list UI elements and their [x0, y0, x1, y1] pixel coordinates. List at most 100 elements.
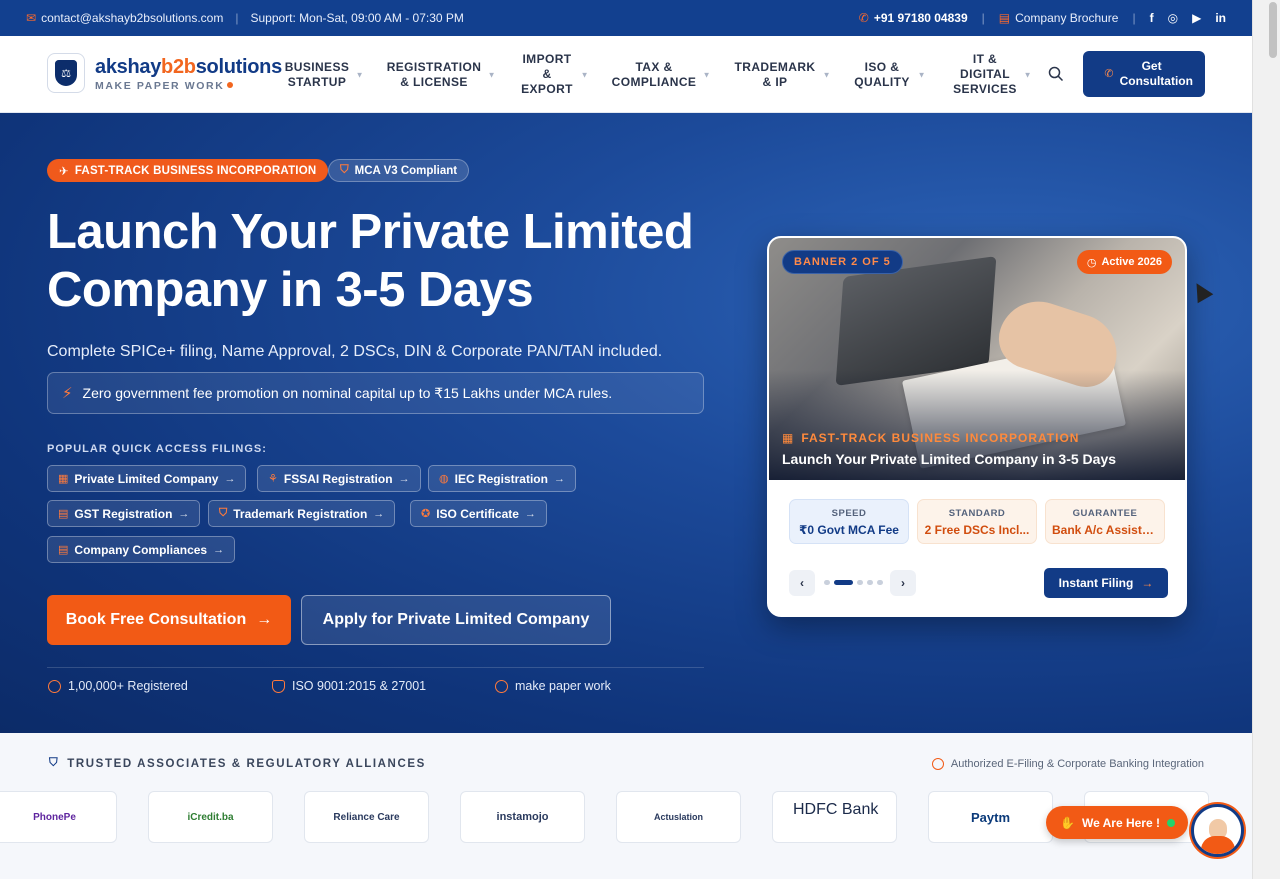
online-indicator — [1166, 818, 1175, 827]
stat-motto: make paper work — [495, 679, 611, 693]
partner-logo: HDFC Bank — [772, 791, 897, 843]
shield-check-icon: ⛉ — [340, 164, 349, 176]
page-scrollbar[interactable] — [1252, 0, 1280, 879]
shield-icon: ⚖ — [55, 60, 77, 86]
mca-pill: ⛉ MCA V3 Compliant — [328, 159, 470, 182]
trusted-title: ⛉ TRUSTED ASSOCIATES & REGULATORY ALLIANC… — [49, 757, 426, 770]
chevron-down-icon: ▼ — [487, 70, 496, 79]
building-icon: ▦ — [58, 473, 69, 485]
nav-trademark-ip[interactable]: TRADEMARK & IP ▼ — [733, 36, 831, 113]
apply-private-limited-button[interactable]: Apply for Private Limited Company — [301, 595, 611, 645]
rocket-icon: ✈ — [59, 165, 69, 178]
banner-title: Launch Your Private Limited Company in 3… — [782, 451, 1117, 467]
clock-icon: ◷ — [1086, 256, 1097, 269]
chevron-down-icon: ▼ — [1023, 70, 1032, 79]
nav-iso-quality[interactable]: ISO & QUALITY ▼ — [852, 36, 925, 113]
partner-logo: Reliance Care — [304, 791, 429, 843]
bolt-icon: ⚡ — [62, 385, 73, 402]
brand-tagline: MAKE PAPER WORK — [95, 80, 282, 92]
slide-dot[interactable] — [867, 580, 873, 585]
chip-trademark[interactable]: ⛉ Trademark Registration → — [208, 500, 396, 527]
award-icon: ✪ — [421, 508, 431, 520]
separator: | — [1132, 11, 1136, 25]
receipt-icon: ▤ — [58, 508, 69, 520]
partner-logo: Paytm — [928, 791, 1053, 843]
brand-name: akshayb2bsolutions — [95, 56, 282, 78]
slide-dot[interactable] — [824, 580, 830, 585]
chip-private-limited[interactable]: ▦ Private Limited Company → — [47, 465, 247, 492]
main-header: ⚖ akshayb2bsolutions MAKE PAPER WORK BUS… — [0, 36, 1252, 113]
chevron-down-icon: ▼ — [355, 70, 364, 79]
instant-filing-button[interactable]: Instant Filing → — [1044, 568, 1168, 598]
brand[interactable]: akshayb2bsolutions MAKE PAPER WORK — [95, 56, 282, 92]
banner-card: BANNER 2 OF 5 ◷ Active 2026 ▦ FAST-TRACK B… — [767, 236, 1187, 617]
brand-logo[interactable]: ⚖ — [47, 53, 85, 93]
chevron-down-icon: ▼ — [822, 70, 831, 79]
phone-icon: ✆ — [858, 11, 869, 25]
shield-icon: ⛉ — [49, 757, 60, 769]
partner-logo: PhonePe — [0, 791, 117, 843]
search-icon[interactable] — [1048, 66, 1064, 82]
slide-dots — [824, 580, 883, 585]
nav-tax-compliance[interactable]: TAX & COMPLIANCE ▼ — [611, 36, 711, 113]
prev-slide-button[interactable]: ‹ — [789, 570, 815, 596]
slide-dot[interactable] — [857, 580, 863, 585]
chip-fssai[interactable]: ⚘ FSSAI Registration → — [257, 465, 421, 492]
clock-icon — [495, 679, 508, 693]
separator: | — [981, 11, 985, 25]
nav-it-digital-services[interactable]: IT & DIGITAL SERVICES ▼ — [952, 36, 1031, 113]
nav-import-export[interactable]: IMPORT & EXPORT ▼ — [519, 36, 588, 113]
email-link[interactable]: ✉ contact@akshayb2bsolutions.com — [26, 11, 223, 25]
chat-label-button[interactable]: ✋ We Are Here ! — [1046, 806, 1188, 839]
shield-icon — [272, 679, 285, 693]
chip-company-compliances[interactable]: ▤ Company Compliances → — [47, 536, 236, 563]
chip-gst[interactable]: ▤ GST Registration → — [47, 500, 201, 527]
nav-business-startup[interactable]: BUSINESS STARTUP ▼ — [284, 36, 364, 113]
scrollbar-thumb[interactable] — [1269, 2, 1277, 58]
mail-icon: ✉ — [26, 11, 37, 25]
arrow-right-icon: → — [398, 472, 410, 485]
nav-registration-license[interactable]: REGISTRATION & LICENSE ▼ — [386, 36, 496, 113]
check-circle-icon — [48, 679, 61, 693]
book-consultation-button[interactable]: Book Free Consultation → — [47, 595, 291, 645]
arrow-right-icon: → — [224, 472, 236, 485]
kpi-value: 2 Free DSCs Incl... — [924, 523, 1030, 537]
promo-banner: ⚡ Zero government fee promotion on nomina… — [47, 372, 704, 414]
banner-category: ▦ FAST-TRACK BUSINESS INCORPORATION — [782, 431, 1080, 445]
phone-link[interactable]: ✆ +91 97180 04839 — [859, 11, 968, 25]
divider — [47, 667, 704, 668]
incorporation-pill: ✈ FAST-TRACK BUSINESS INCORPORATION — [47, 159, 329, 182]
arrow-right-icon: → — [213, 543, 225, 556]
chat-avatar-button[interactable] — [1191, 804, 1244, 857]
wave-icon: ✋ — [1060, 815, 1075, 830]
hero-section: ✈ FAST-TRACK BUSINESS INCORPORATION ⛉ MCA … — [0, 113, 1252, 733]
slide-dot[interactable] — [877, 580, 883, 585]
kpi-label: STANDARD — [948, 508, 1006, 519]
arrow-right-icon: → — [553, 472, 565, 485]
chip-iso[interactable]: ✪ ISO Certificate → — [410, 500, 547, 527]
check-circle-icon — [931, 758, 944, 770]
top-bar: ✉ contact@akshayb2bsolutions.com | Suppor… — [0, 0, 1252, 36]
linkedin-icon[interactable]: in — [1215, 11, 1226, 25]
kpi-guarantee: GUARANTEE Bank A/c Assista... — [1045, 499, 1165, 544]
kpi-value: Bank A/c Assista... — [1052, 523, 1159, 537]
chip-iec[interactable]: ◍ IEC Registration → — [428, 465, 576, 492]
active-badge: ◷ Active 2026 — [1076, 250, 1172, 274]
slide-dot[interactable] — [834, 580, 853, 585]
youtube-icon[interactable]: ▶ — [1192, 11, 1201, 25]
get-consultation-button[interactable]: ✆ Get Consultation — [1083, 51, 1205, 97]
next-slide-button[interactable]: › — [890, 570, 916, 596]
partner-logo: instamojo — [460, 791, 585, 843]
instagram-icon[interactable]: ◎ — [1168, 11, 1178, 25]
hero-subtitle: Complete SPICe+ filing, Name Approval, 2… — [47, 343, 663, 360]
chevron-right-icon: › — [901, 576, 905, 590]
brochure-link[interactable]: ▤ Company Brochure — [999, 11, 1119, 25]
avatar-body — [1200, 836, 1235, 854]
chevron-down-icon: ▼ — [702, 70, 711, 79]
kpi-standard: STANDARD 2 Free DSCs Incl... — [917, 499, 1037, 544]
kpi-speed: SPEED ₹0 Govt MCA Fee — [789, 499, 909, 544]
banner-counter-badge: BANNER 2 OF 5 — [782, 250, 903, 274]
file-icon: ▤ — [58, 544, 69, 556]
facebook-icon[interactable]: f — [1150, 11, 1154, 25]
trusted-note: Authorized E-Filing & Corporate Banking … — [931, 758, 1204, 770]
